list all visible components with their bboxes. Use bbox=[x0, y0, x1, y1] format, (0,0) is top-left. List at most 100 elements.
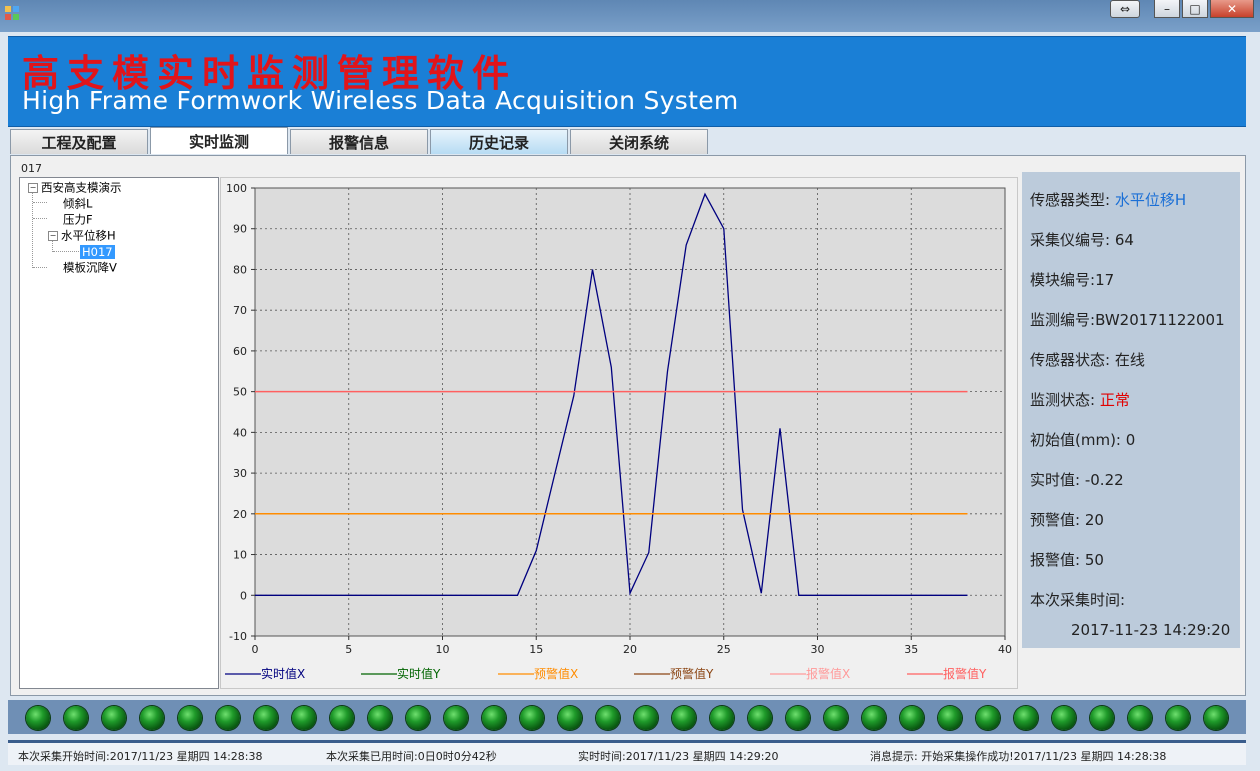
realtime-value: -0.22 bbox=[1084, 471, 1124, 489]
status-elapsed-time: 本次采集已用时间:0日0时0分42秒 bbox=[326, 750, 497, 763]
tree-node-root[interactable]: − 西安高支模演示 bbox=[28, 180, 122, 195]
x-tick-label: 30 bbox=[811, 643, 825, 656]
channel-light bbox=[1090, 706, 1114, 730]
channel-light bbox=[406, 706, 430, 730]
info-module: 模块编号:17 bbox=[1030, 271, 1115, 289]
app-icon bbox=[5, 6, 19, 20]
tree-node-pressure[interactable]: 压力F bbox=[63, 212, 93, 227]
channel-light bbox=[292, 706, 316, 730]
info-warning: 预警值: 20 bbox=[1030, 511, 1104, 529]
channel-light bbox=[178, 706, 202, 730]
x-tick-label: 5 bbox=[345, 643, 352, 656]
legend-label: 实时值X bbox=[261, 666, 305, 681]
channel-light bbox=[140, 706, 164, 730]
tree-node-formwork-settlement[interactable]: 模板沉降V bbox=[63, 260, 117, 275]
tree-guide-line bbox=[33, 202, 47, 203]
channel-light bbox=[672, 706, 696, 730]
close-icon[interactable]: ✕ bbox=[1210, 0, 1254, 18]
status-message: 消息提示: 开始采集操作成功!2017/11/23 星期四 14:28:38 bbox=[870, 750, 1167, 763]
info-collect-time-label: 本次采集时间: bbox=[1030, 591, 1126, 609]
channel-indicator-lights bbox=[8, 700, 1246, 734]
legend-label: 报警值X bbox=[806, 666, 850, 681]
y-tick-label: 50 bbox=[233, 386, 247, 399]
info-sensor-state: 传感器状态: 在线 bbox=[1030, 351, 1145, 369]
tree-node-h017[interactable]: H017 bbox=[80, 244, 115, 259]
channel-light bbox=[26, 706, 50, 730]
tree-node-horizontal-displacement[interactable]: − 水平位移H bbox=[48, 228, 116, 243]
info-monitor-id: 监测编号:BW20171122001 bbox=[1030, 311, 1225, 329]
desktop-strip: ⇔ – □ ✕ bbox=[0, 0, 1260, 32]
info-collector: 采集仪编号: 64 bbox=[1030, 231, 1134, 249]
maximize-icon[interactable]: □ bbox=[1182, 0, 1208, 18]
collector-value: 64 bbox=[1114, 231, 1134, 249]
channel-light bbox=[1052, 706, 1076, 730]
x-tick-label: 25 bbox=[717, 643, 731, 656]
tab-alarm-info[interactable]: 报警信息 bbox=[290, 129, 428, 154]
status-current-time: 实时时间:2017/11/23 星期四 14:29:20 bbox=[578, 750, 779, 763]
info-collect-time-value: 2017-11-23 14:29:20 bbox=[1071, 621, 1231, 639]
channel-light bbox=[1128, 706, 1152, 730]
channel-light bbox=[520, 706, 544, 730]
channel-light bbox=[330, 706, 354, 730]
banner: 高支模实时监测管理软件 High Frame Formwork Wireless… bbox=[8, 36, 1246, 127]
tab-close-system[interactable]: 关闭系统 bbox=[570, 129, 708, 154]
info-initial: 初始值(mm): 0 bbox=[1030, 431, 1136, 449]
main-tabs: 工程及配置 实时监测 报警信息 历史记录 关闭系统 bbox=[10, 127, 710, 155]
y-tick-label: 0 bbox=[240, 589, 247, 602]
channel-light bbox=[900, 706, 924, 730]
x-tick-label: 0 bbox=[252, 643, 259, 656]
channel-light bbox=[710, 706, 734, 730]
collapse-icon[interactable]: − bbox=[28, 182, 38, 193]
channel-light bbox=[444, 706, 468, 730]
channel-light bbox=[596, 706, 620, 730]
legend-label: 报警值Y bbox=[943, 666, 987, 681]
y-tick-label: -10 bbox=[229, 630, 247, 643]
monitor-id-value: BW20171122001 bbox=[1095, 311, 1225, 329]
channel-light bbox=[824, 706, 848, 730]
y-tick-label: 70 bbox=[233, 304, 247, 317]
tab-project-config[interactable]: 工程及配置 bbox=[10, 129, 148, 154]
x-tick-label: 20 bbox=[623, 643, 637, 656]
channel-light bbox=[748, 706, 772, 730]
panel-group-label: 017 bbox=[21, 162, 42, 175]
collapse-icon[interactable]: − bbox=[48, 230, 58, 241]
x-tick-label: 10 bbox=[436, 643, 450, 656]
monitor-state-value: 正常 bbox=[1099, 391, 1130, 409]
info-monitor-state: 监测状态: 正常 bbox=[1030, 391, 1130, 409]
tab-history[interactable]: 历史记录 bbox=[430, 129, 568, 154]
tree-node-tilt[interactable]: 倾斜L bbox=[63, 196, 92, 211]
y-tick-label: 100 bbox=[226, 182, 247, 195]
sensor-info-panel: 传感器类型: 水平位移H 采集仪编号: 64 模块编号:17 监测编号:BW20… bbox=[1022, 172, 1240, 648]
channel-light bbox=[1166, 706, 1190, 730]
initial-value: 0 bbox=[1125, 431, 1136, 449]
minimize-icon[interactable]: – bbox=[1154, 0, 1180, 18]
channel-light bbox=[558, 706, 582, 730]
tree-guide-line bbox=[33, 267, 47, 268]
y-tick-label: 40 bbox=[233, 426, 247, 439]
y-tick-label: 10 bbox=[233, 549, 247, 562]
tree-guide-line bbox=[33, 218, 47, 219]
legend-label: 预警值X bbox=[534, 666, 578, 681]
y-tick-label: 80 bbox=[233, 263, 247, 276]
y-tick-label: 90 bbox=[233, 223, 247, 236]
banner-title-en: High Frame Formwork Wireless Data Acquis… bbox=[22, 86, 739, 115]
x-tick-label: 40 bbox=[998, 643, 1012, 656]
restore-arrows-icon[interactable]: ⇔ bbox=[1110, 0, 1140, 18]
status-start-time: 本次采集开始时间:2017/11/23 星期四 14:28:38 bbox=[18, 750, 263, 763]
channel-light bbox=[786, 706, 810, 730]
channel-light bbox=[254, 706, 278, 730]
chart-svg: 0 5 10 15 20 25 30 35 40 -10 0 10 20 30 40 50 60 70 80 90 10… bbox=[225, 182, 1012, 681]
tab-realtime-monitor[interactable]: 实时监测 bbox=[150, 127, 288, 154]
channel-light bbox=[938, 706, 962, 730]
sensor-type-value: 水平位移H bbox=[1114, 191, 1187, 209]
info-sensor-type: 传感器类型: 水平位移H bbox=[1030, 191, 1187, 209]
channel-light bbox=[862, 706, 886, 730]
x-tick-label: 15 bbox=[529, 643, 543, 656]
alarm-value: 50 bbox=[1084, 551, 1104, 569]
status-bar: 本次采集开始时间:2017/11/23 星期四 14:28:38 本次采集已用时… bbox=[8, 740, 1246, 765]
sensor-tree[interactable]: − 西安高支模演示 倾斜L 压力F − 水平位移H H017 模板沉降V bbox=[19, 177, 219, 689]
window-controls: ⇔ – □ ✕ bbox=[1110, 0, 1254, 20]
channel-light bbox=[482, 706, 506, 730]
info-realtime: 实时值: -0.22 bbox=[1030, 471, 1124, 489]
x-tick-label: 35 bbox=[904, 643, 918, 656]
